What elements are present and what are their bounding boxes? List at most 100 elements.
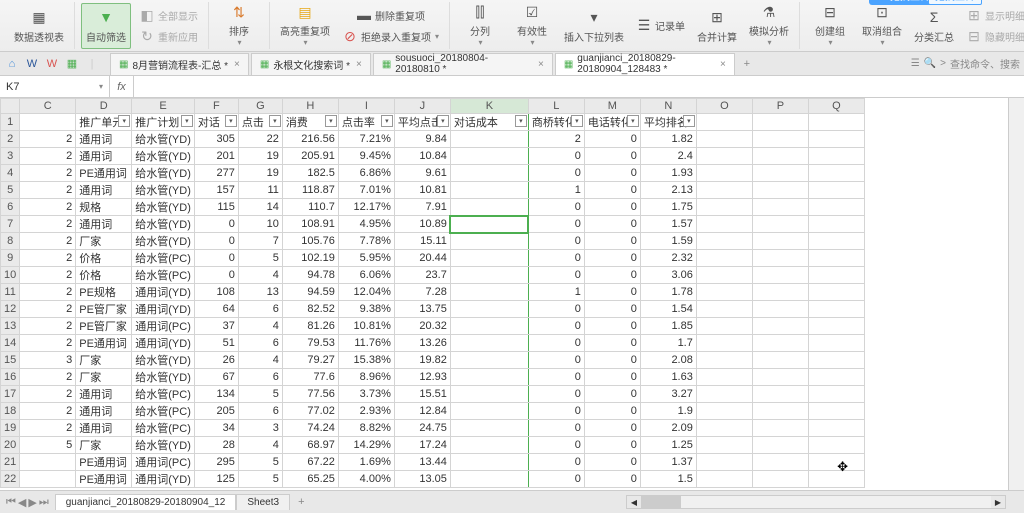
cell[interactable]: 0 xyxy=(584,267,640,284)
cell[interactable]: 0 xyxy=(584,165,640,182)
cell[interactable]: 10.89 xyxy=(394,216,450,233)
cell[interactable]: 2.13 xyxy=(640,182,696,199)
cell[interactable]: 7.91 xyxy=(394,199,450,216)
cell[interactable]: 1.9 xyxy=(640,403,696,420)
cell[interactable]: 2 xyxy=(20,199,76,216)
cell[interactable]: 12.84 xyxy=(394,403,450,420)
cell[interactable] xyxy=(808,352,864,369)
cell[interactable]: 给水管(YD) xyxy=(132,165,195,182)
spreadsheet-grid[interactable]: CDEFGHIJKLMNOPQ1推广单元▾推广计划▾对话▾点击▾消费▾点击率▾平… xyxy=(0,98,1024,488)
cell[interactable]: 5 xyxy=(238,471,282,488)
cell[interactable]: 1 xyxy=(528,182,584,199)
cell[interactable]: 给水管(PC) xyxy=(132,420,195,437)
cell[interactable]: 0 xyxy=(584,250,640,267)
cell[interactable]: 13 xyxy=(238,284,282,301)
cell[interactable]: 1.57 xyxy=(640,216,696,233)
delete-dup-button[interactable]: ▬删除重复项 xyxy=(338,5,443,25)
cell[interactable]: 2 xyxy=(20,420,76,437)
row-header[interactable]: 22 xyxy=(1,471,20,488)
cell[interactable] xyxy=(450,471,528,488)
row-header[interactable]: 21 xyxy=(1,454,20,471)
cell[interactable] xyxy=(808,114,864,131)
cell[interactable]: 0 xyxy=(528,301,584,318)
app-icon-et[interactable]: ▦ xyxy=(64,56,80,72)
cell[interactable] xyxy=(752,471,808,488)
cell[interactable] xyxy=(696,335,752,352)
col-header-E[interactable]: E xyxy=(132,99,195,114)
cell[interactable]: 77.6 xyxy=(282,369,338,386)
ungroup-button[interactable]: ⊡取消组合▾ xyxy=(858,3,906,49)
cell[interactable]: 1.78 xyxy=(640,284,696,301)
cell[interactable]: 7 xyxy=(238,233,282,250)
cell[interactable]: 67 xyxy=(194,369,238,386)
cell[interactable]: 0 xyxy=(584,199,640,216)
cell[interactable]: 12.04% xyxy=(338,284,394,301)
cell[interactable]: 2.08 xyxy=(640,352,696,369)
filter-header-cell[interactable]: 对话▾ xyxy=(194,114,238,131)
cell[interactable]: 305 xyxy=(194,131,238,148)
cell[interactable]: 13.44 xyxy=(394,454,450,471)
cell[interactable]: 15.51 xyxy=(394,386,450,403)
cell[interactable]: 23.7 xyxy=(394,267,450,284)
cell[interactable]: 通用词 xyxy=(76,386,132,403)
cell[interactable]: 12.93 xyxy=(394,369,450,386)
cell[interactable]: 给水管(PC) xyxy=(132,403,195,420)
cell[interactable] xyxy=(450,437,528,454)
cell[interactable] xyxy=(808,420,864,437)
sheet-tab-active[interactable]: guanjianci_20180829-20180904_12 xyxy=(55,494,237,510)
cell[interactable]: 11 xyxy=(238,182,282,199)
cell[interactable]: 0 xyxy=(528,335,584,352)
cell[interactable] xyxy=(450,386,528,403)
close-icon[interactable]: × xyxy=(356,59,362,70)
sheet-first-icon[interactable]: ⏮ xyxy=(6,496,16,509)
cell[interactable]: 给水管(YD) xyxy=(132,182,195,199)
cell[interactable]: 77.02 xyxy=(282,403,338,420)
cell[interactable]: 205.91 xyxy=(282,148,338,165)
cell[interactable] xyxy=(752,267,808,284)
cell[interactable]: 3.06 xyxy=(640,267,696,284)
app-icon-wps[interactable]: W xyxy=(44,56,60,72)
text-to-columns-button[interactable]: ⫿⫿分列▾ xyxy=(456,3,504,49)
cell[interactable] xyxy=(752,420,808,437)
cell[interactable]: 8.96% xyxy=(338,369,394,386)
cell[interactable] xyxy=(696,148,752,165)
row-header[interactable]: 12 xyxy=(1,301,20,318)
cell[interactable] xyxy=(450,301,528,318)
add-tab-button[interactable]: + xyxy=(737,58,757,70)
cell[interactable] xyxy=(752,318,808,335)
cell[interactable] xyxy=(752,250,808,267)
cell[interactable]: 79.27 xyxy=(282,352,338,369)
cell[interactable]: 13.26 xyxy=(394,335,450,352)
cell[interactable]: 0 xyxy=(528,165,584,182)
filter-header-cell[interactable]: 点击▾ xyxy=(238,114,282,131)
cell[interactable]: 0 xyxy=(194,233,238,250)
cell[interactable]: 0 xyxy=(194,267,238,284)
cell[interactable]: 10.81% xyxy=(338,318,394,335)
cell[interactable]: 0 xyxy=(528,420,584,437)
cell[interactable]: 277 xyxy=(194,165,238,182)
pivot-table-button[interactable]: ▦数据透视表 xyxy=(10,3,68,49)
cell[interactable]: 1.25 xyxy=(640,437,696,454)
row-header[interactable]: 15 xyxy=(1,352,20,369)
cell[interactable]: 2 xyxy=(20,403,76,420)
cell[interactable] xyxy=(752,454,808,471)
filter-dropdown-icon[interactable]: ▾ xyxy=(571,115,583,127)
cell[interactable]: 182.5 xyxy=(282,165,338,182)
cell[interactable]: 通用词(YD) xyxy=(132,471,195,488)
cell[interactable] xyxy=(450,420,528,437)
cell[interactable]: 0 xyxy=(584,301,640,318)
cell[interactable]: 给水管(PC) xyxy=(132,386,195,403)
cell[interactable]: 2 xyxy=(20,131,76,148)
cell[interactable]: 0 xyxy=(584,386,640,403)
cell[interactable]: PE通用词 xyxy=(76,471,132,488)
cell[interactable]: 157 xyxy=(194,182,238,199)
row-header[interactable]: 2 xyxy=(1,131,20,148)
cell[interactable] xyxy=(450,216,528,233)
cell[interactable]: 厂家 xyxy=(76,233,132,250)
fx-button[interactable]: fx xyxy=(110,76,134,97)
add-sheet-button[interactable]: + xyxy=(290,496,312,508)
cell[interactable]: 1.59 xyxy=(640,233,696,250)
col-header-G[interactable]: G xyxy=(238,99,282,114)
app-icon-word[interactable]: W xyxy=(24,56,40,72)
cell[interactable]: 0 xyxy=(584,420,640,437)
